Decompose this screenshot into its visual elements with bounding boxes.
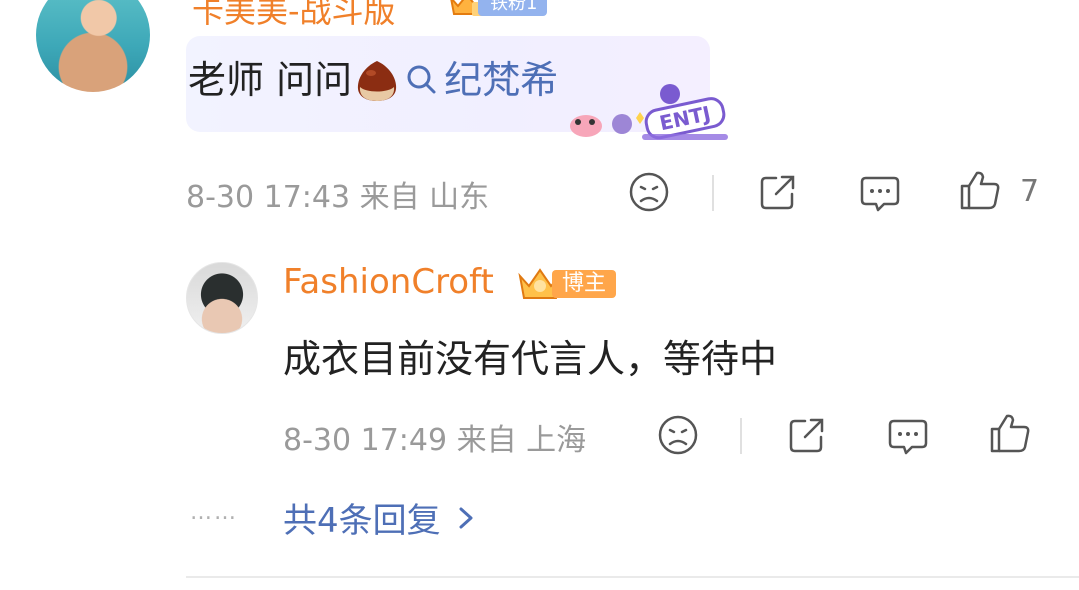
more-replies-link[interactable]: 共4条回复 [283, 493, 477, 542]
entj-sticker: ENTJ [570, 84, 728, 140]
badge-label: 博主 [552, 270, 617, 298]
sad-face-icon[interactable] [627, 170, 671, 214]
username[interactable]: FashionCroft [283, 262, 494, 302]
reply-meta: 8-30 17:49 来自 上海 [283, 423, 587, 458]
comment-meta: 8-30 17:43 来自 山东 [186, 180, 490, 215]
avatar[interactable] [186, 262, 258, 334]
thumb-up-icon[interactable] [958, 168, 1002, 212]
thumb-up-icon[interactable] [988, 411, 1032, 455]
comment-icon[interactable] [858, 170, 902, 214]
chestnut-icon [357, 61, 397, 101]
share-icon[interactable] [756, 170, 800, 214]
divider [712, 175, 714, 211]
divider [740, 418, 742, 454]
like-count: 7 [1020, 174, 1040, 209]
search-icon [407, 65, 436, 94]
badge-label: 铁粉1 [478, 0, 548, 16]
separator [186, 576, 1079, 578]
chevron-right-icon [459, 507, 473, 528]
sticker-label: ENTJ [657, 101, 712, 135]
fan-badge[interactable]: 铁粉1 [448, 0, 556, 20]
comment-text: 老师 问问 纪梵希 [188, 52, 558, 108]
share-icon[interactable] [785, 413, 829, 457]
avatar[interactable] [36, 0, 150, 92]
blogger-badge[interactable]: 博主 [516, 264, 628, 304]
more-dots: …… [190, 500, 238, 525]
sad-face-icon[interactable] [656, 413, 700, 457]
search-link-label: 纪梵希 [444, 58, 559, 102]
search-link[interactable]: 纪梵希 [404, 52, 558, 108]
more-replies-label: 共4条回复 [283, 501, 441, 541]
reply-text: 成衣目前没有代言人，等待中 [283, 337, 778, 381]
comment-icon[interactable] [886, 413, 930, 457]
comment-text-prefix: 老师 问问 [188, 58, 353, 102]
username[interactable]: 卡美美-战斗版 [192, 0, 396, 32]
